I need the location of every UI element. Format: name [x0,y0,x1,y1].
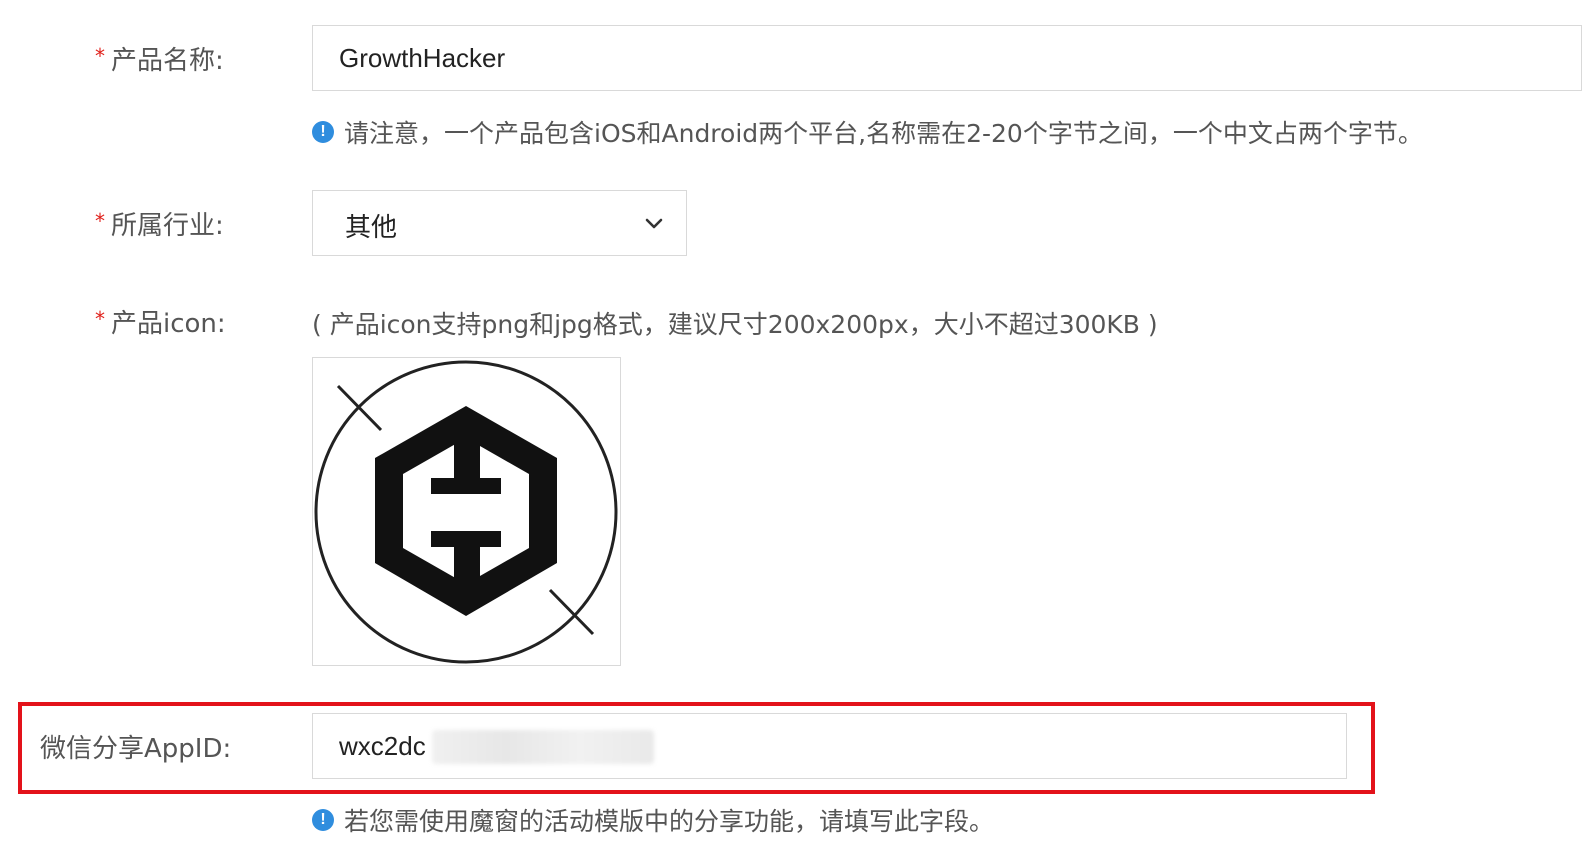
wechat-appid-hint-text: 若您需使用魔窗的活动模版中的分享功能，请填写此字段。 [344,807,995,836]
industry-label-text: 所属行业: [111,211,224,241]
product-name-label-text: 产品名称: [111,46,224,76]
product-name-label: * 产品名称: [95,40,255,77]
required-mark: * [95,44,105,68]
product-icon-label: * 产品icon: [95,303,255,340]
product-name-input[interactable] [312,25,1582,91]
chevron-down-icon [645,218,663,229]
product-icon-hint: ( 产品icon支持png和jpg格式，建议尺寸200x200px，大小不超过3… [312,305,1158,341]
growthhacker-logo-icon [314,360,618,664]
redacted-blur [432,730,654,764]
industry-label: * 所属行业: [95,205,255,242]
info-icon: ! [312,121,334,143]
product-name-hint: ! 请注意，一个产品包含iOS和Android两个平台,名称需在2-20个字节之… [312,114,1423,150]
industry-selected-value: 其他 [345,213,398,243]
product-icon-upload[interactable] [312,357,621,666]
industry-select[interactable]: 其他 [312,190,687,256]
required-mark: * [95,209,105,233]
info-icon: ! [312,809,334,831]
required-mark: * [95,307,105,331]
product-icon-hint-text: ( 产品icon支持png和jpg格式，建议尺寸200x200px，大小不超过3… [312,310,1158,339]
wechat-appid-label: 微信分享AppID: [40,728,231,765]
wechat-appid-hint: ! 若您需使用魔窗的活动模版中的分享功能，请填写此字段。 [312,802,994,838]
product-name-hint-text: 请注意，一个产品包含iOS和Android两个平台,名称需在2-20个字节之间，… [344,119,1423,148]
wechat-appid-label-text: 微信分享AppID: [40,734,232,764]
product-icon-label-text: 产品icon: [111,309,226,339]
